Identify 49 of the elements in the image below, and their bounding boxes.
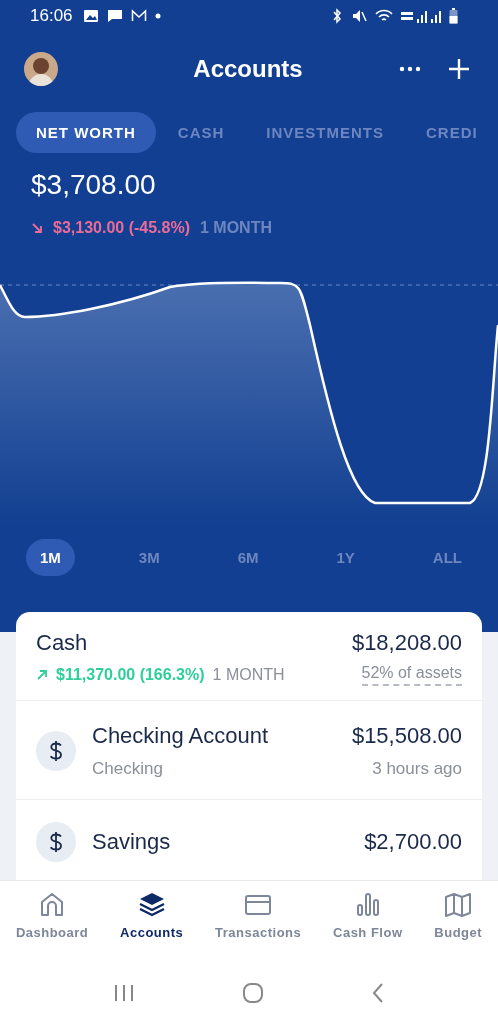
range-button[interactable]: ALL: [418, 539, 476, 576]
change-period: 1 MONTH: [212, 666, 285, 684]
tab[interactable]: CREDI: [406, 112, 498, 153]
tab[interactable]: INVESTMENTS: [246, 112, 405, 153]
status-time: 16:06: [30, 6, 73, 26]
account-type: Checking: [92, 759, 164, 779]
change-amount: $3,130.00 (-45.8%): [53, 219, 190, 237]
account-name: Savings: [92, 829, 172, 855]
range-button[interactable]: 3M: [124, 539, 174, 576]
tab[interactable]: CASH: [157, 112, 245, 153]
battery-icon: [449, 8, 458, 24]
add-icon[interactable]: [448, 58, 470, 80]
account-balance: $15,508.00: [351, 723, 462, 749]
group-name: Cash: [36, 630, 88, 656]
mute-icon: [351, 8, 367, 24]
range-button[interactable]: 1Y: [322, 539, 369, 576]
change-period: 1 MONTH: [200, 219, 272, 237]
image-icon: [82, 9, 99, 23]
last-updated: 3 hours ago: [371, 759, 462, 779]
back-icon[interactable]: [370, 982, 385, 1004]
recents-icon[interactable]: [113, 983, 136, 1003]
change-amount: $11,370.00 (166.3%): [56, 666, 205, 684]
mail-icon: [130, 9, 147, 23]
screen-title: Accounts: [192, 55, 304, 83]
account-balance: $2,700.00: [364, 829, 462, 855]
message-icon: [106, 9, 123, 23]
signal-icon: [401, 8, 441, 24]
tab[interactable]: NET WORTH: [16, 112, 156, 153]
map-icon: [444, 891, 473, 919]
asset-share-link[interactable]: 52% of assets: [361, 664, 462, 686]
group-total: $18,208.00: [351, 630, 462, 656]
nav-tab[interactable]: Transactions: [215, 891, 302, 962]
wifi-icon: [375, 8, 393, 24]
bluetooth-icon: [331, 8, 343, 24]
dollar-sign-icon: [49, 740, 63, 762]
layers-icon: [137, 891, 166, 919]
nav-tab[interactable]: Accounts: [120, 891, 184, 962]
range-button[interactable]: 1M: [26, 539, 75, 576]
nav-tab[interactable]: Dashboard: [15, 891, 89, 962]
dollar-sign-icon: [49, 831, 63, 853]
range-button[interactable]: 6M: [223, 539, 273, 576]
dot-icon: [154, 13, 161, 19]
account-name: Checking Account: [92, 723, 270, 749]
account-row[interactable]: Checking Account Checking $15,508.00 3 hours ago: [16, 701, 482, 800]
net-worth-amount: $3,708.00: [30, 168, 157, 201]
nav-tab[interactable]: Cash Flow: [333, 891, 403, 962]
nav-tab[interactable]: Budget: [434, 891, 483, 962]
home-button-icon[interactable]: [242, 982, 264, 1004]
avatar[interactable]: [24, 52, 58, 86]
